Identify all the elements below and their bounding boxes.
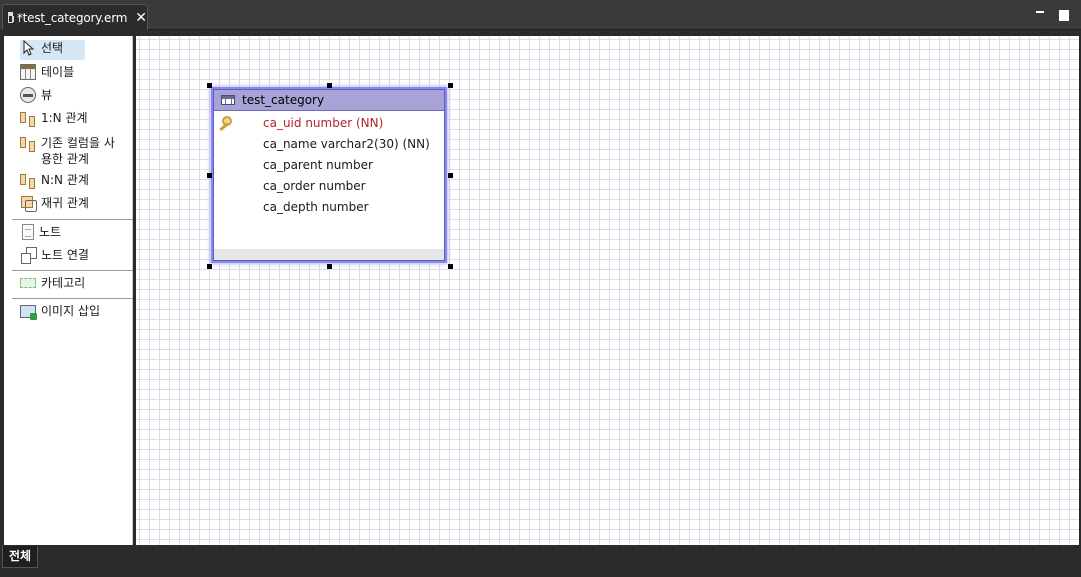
entity-column-row[interactable]: ca_parent number — [263, 156, 373, 174]
note-link-icon — [20, 247, 37, 264]
minimize-button[interactable] — [1035, 8, 1045, 18]
entity-table[interactable]: test_category ca_uid number (NN) ca_name… — [213, 89, 445, 261]
erd-editor-window: *test_category.erm ✕ 선택 테이블 뷰 1:N 관계 기존 … — [0, 0, 1081, 577]
palette-separator — [12, 270, 133, 271]
palette-item-label: 1:N 관계 — [41, 111, 88, 125]
table-icon — [20, 64, 36, 80]
palette-item-self-relation[interactable]: 재귀 관계 — [20, 195, 89, 215]
palette-item-existing-column-relation[interactable]: 기존 컬럼을 사 용한 관계 — [20, 135, 115, 169]
maximize-button[interactable] — [1058, 8, 1069, 21]
palette-item-label: 기존 컬럼을 사 — [41, 136, 115, 150]
entity-column-row[interactable]: ca_name varchar2(30) (NN) — [263, 135, 430, 153]
view-icon — [20, 87, 36, 103]
palette-item-insert-image[interactable]: 이미지 삽입 — [20, 303, 100, 323]
editor-tab-title: *test_category.erm — [16, 10, 128, 25]
resize-handle-top-left[interactable] — [207, 83, 212, 88]
table-icon — [221, 95, 235, 105]
entity-header[interactable]: test_category — [214, 90, 444, 111]
palette-item-label: 노트 연결 — [41, 248, 89, 262]
entity-column-row[interactable]: ca_depth number — [263, 198, 369, 216]
palette-item-label-line2: 용한 관계 — [41, 152, 89, 166]
palette-separator — [12, 219, 133, 220]
tool-palette: 선택 테이블 뷰 1:N 관계 기존 컬럼을 사 용한 관계 N:N 관계 재귀… — [4, 36, 133, 545]
erm-file-icon — [8, 12, 20, 23]
editor-tab[interactable]: *test_category.erm ✕ — [2, 4, 148, 30]
palette-item-many-to-many[interactable]: N:N 관계 — [20, 172, 89, 192]
resize-handle-top-right[interactable] — [448, 83, 453, 88]
palette-item-label: 테이블 — [41, 65, 75, 79]
insert-image-icon — [20, 305, 37, 320]
primary-key-icon — [217, 115, 233, 131]
self-relation-icon — [20, 195, 37, 212]
palette-item-note[interactable]: 노트 — [20, 224, 61, 244]
resize-handle-bottom-right[interactable] — [448, 264, 453, 269]
palette-item-category[interactable]: 카테고리 — [20, 275, 85, 295]
close-icon[interactable]: ✕ — [135, 10, 147, 26]
editor-tab-bar: *test_category.erm ✕ — [0, 0, 1081, 30]
entity-title: test_category — [242, 93, 325, 107]
resize-handle-right[interactable] — [448, 173, 453, 178]
entity-column-row[interactable]: ca_order number — [263, 177, 366, 195]
one-to-many-relation-icon — [20, 110, 36, 127]
palette-item-label: 이미지 삽입 — [41, 304, 101, 318]
entity-footer — [214, 249, 444, 260]
palette-item-label: 뷰 — [41, 88, 53, 102]
palette-item-label: 카테고리 — [41, 276, 86, 290]
palette-item-label: N:N 관계 — [41, 173, 89, 187]
resize-handle-left[interactable] — [207, 173, 212, 178]
existing-column-relation-icon — [20, 135, 36, 152]
palette-item-select[interactable]: 선택 — [20, 39, 86, 60]
resize-handle-bottom[interactable] — [327, 264, 332, 269]
category-icon — [20, 278, 36, 288]
resize-handle-top[interactable] — [327, 83, 332, 88]
palette-item-note-link[interactable]: 노트 연결 — [20, 247, 89, 267]
bottom-tab-bar: 전체 — [0, 546, 1081, 577]
pointer-arrow-icon — [20, 39, 36, 56]
palette-item-one-to-many[interactable]: 1:N 관계 — [20, 110, 88, 130]
palette-item-view[interactable]: 뷰 — [20, 87, 52, 107]
tab-all[interactable]: 전체 — [2, 546, 39, 568]
entity-column-row[interactable]: ca_uid number (NN) — [263, 114, 383, 132]
palette-item-label: 선택 — [41, 41, 64, 55]
palette-item-label: 재귀 관계 — [41, 196, 89, 210]
resize-handle-bottom-left[interactable] — [207, 264, 212, 269]
palette-separator — [12, 298, 133, 299]
palette-item-label: 노트 — [39, 225, 62, 239]
many-to-many-relation-icon — [20, 172, 36, 189]
note-icon — [22, 224, 34, 240]
palette-item-table[interactable]: 테이블 — [20, 64, 74, 84]
